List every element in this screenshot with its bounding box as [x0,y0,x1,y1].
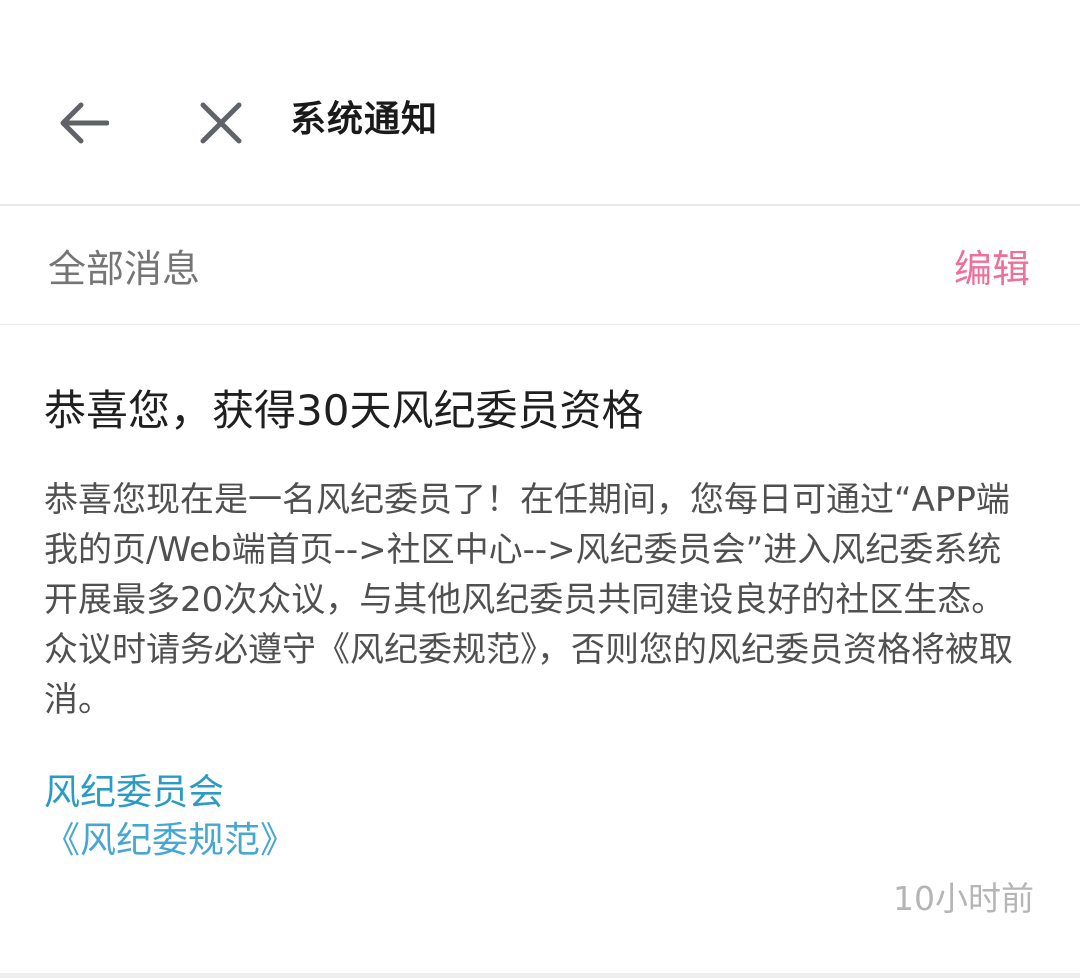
message-timestamp: 10小时前 [893,879,1034,918]
rules-link[interactable]: 《风纪委规范》 [44,817,296,865]
close-button[interactable] [188,90,254,156]
arrow-left-icon [60,102,109,144]
edit-button[interactable]: 编辑 [954,244,1030,294]
message-title: 恭喜您，获得30天风纪委员资格 [44,386,644,435]
notification-page: 系统通知 全部消息 编辑 恭喜您，获得30天风纪委员资格 恭喜您现在是一名风纪委… [0,0,1080,978]
committee-link[interactable]: 风纪委员会 [44,769,224,817]
message-body: 恭喜您现在是一名风纪委员了！在任期间，您每日可通过“APP端我的页/Web端首页… [44,480,1013,720]
app-bar: 系统通知 [0,0,1080,204]
page-title: 系统通知 [290,99,439,140]
filter-header: 全部消息 编辑 [0,206,1080,325]
back-button[interactable] [50,90,116,156]
divider [0,973,1080,978]
all-messages-filter[interactable]: 全部消息 [48,244,200,294]
close-icon [200,102,242,144]
message-card: 恭喜您，获得30天风纪委员资格 恭喜您现在是一名风纪委员了！在任期间，您每日可通… [0,325,1080,973]
